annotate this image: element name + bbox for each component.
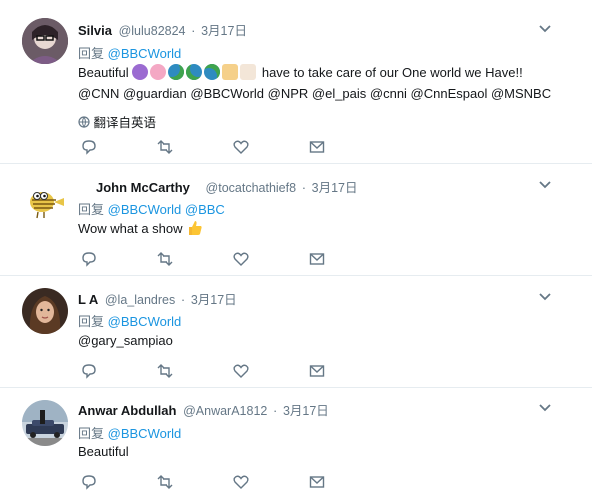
user-handle[interactable]: @la_landres: [105, 293, 175, 307]
tweet-mentions[interactable]: @CNN @guardian @BBCWorld @NPR @el_pais @…: [78, 83, 551, 105]
separator: ·: [272, 403, 278, 418]
tweet-la[interactable]: L A @la_landres · 3月17日 回复 @BBCWorld @ga…: [0, 276, 592, 388]
like-icon[interactable]: [232, 362, 250, 380]
like-icon[interactable]: [232, 473, 250, 491]
reply-prefix: 回复: [78, 426, 105, 441]
reply-icon[interactable]: [80, 473, 98, 491]
display-name[interactable]: Anwar Abdullah: [78, 403, 176, 418]
blossom-icon: [150, 64, 167, 80]
emoji-row: [132, 64, 262, 80]
avatar[interactable]: [22, 178, 68, 224]
avatar[interactable]: [22, 18, 68, 64]
folded-hands-icon: [222, 64, 239, 80]
replies-feed: Silvia @lulu82824 · 3月17日 回复 @BBCWorld B…: [0, 0, 592, 494]
reply-icon[interactable]: [80, 250, 98, 268]
tweet-text-end: have to take care of our One world we Ha…: [261, 65, 523, 80]
tweet-silvia[interactable]: Silvia @lulu82824 · 3月17日 回复 @BBCWorld B…: [0, 0, 592, 164]
globe-icon: [78, 116, 90, 128]
user-handle[interactable]: @AnwarA1812: [183, 404, 267, 418]
reply-context: 回复 @BBCWorld: [78, 423, 181, 442]
display-name[interactable]: Silvia: [78, 23, 112, 38]
message-icon[interactable]: [308, 250, 326, 268]
tweet-header: Silvia @lulu82824 · 3月17日: [78, 20, 247, 39]
like-icon[interactable]: [232, 250, 250, 268]
reply-prefix: 回复: [78, 202, 105, 217]
reply-context: 回复 @BBCWorld: [78, 311, 181, 330]
timestamp[interactable]: 3月17日: [191, 293, 237, 307]
retweet-icon[interactable]: [156, 138, 174, 156]
retweet-icon[interactable]: [156, 250, 174, 268]
tweet-header: L A @la_landres · 3月17日: [78, 289, 237, 308]
message-icon[interactable]: [308, 138, 326, 156]
tweet-text-start: Beautiful: [78, 65, 129, 80]
tweet-anwar-abdullah[interactable]: Anwar Abdullah @AnwarA1812 · 3月17日 回复 @B…: [0, 388, 592, 494]
avatar[interactable]: [22, 400, 68, 446]
separator: ·: [191, 23, 196, 38]
retweet-icon[interactable]: [156, 362, 174, 380]
tweet-header: Anwar Abdullah @AnwarA1812 · 3月17日: [78, 400, 329, 419]
like-icon[interactable]: [232, 138, 250, 156]
tweet-text: Beautiful have to take care of our One w…: [78, 62, 523, 84]
chevron-down-icon[interactable]: [538, 180, 552, 190]
user-handle[interactable]: @tocatchathief8: [206, 181, 297, 195]
tweet-header: John McCarthy @tocatchathief8 · 3月17日: [96, 177, 358, 196]
tweet-text: Beautiful: [78, 444, 129, 459]
tweet-text: Wow what a show: [78, 218, 204, 240]
retweet-icon[interactable]: [156, 473, 174, 491]
chevron-down-icon[interactable]: [538, 403, 552, 413]
reply-mention[interactable]: @BBCWorld: [108, 46, 182, 61]
globe-icon: [204, 64, 221, 80]
reply-icon[interactable]: [80, 138, 98, 156]
timestamp[interactable]: 3月17日: [312, 181, 358, 195]
tweet-john-mccarthy[interactable]: John McCarthy @tocatchathief8 · 3月17日 回复…: [0, 164, 592, 276]
reply-icon[interactable]: [80, 362, 98, 380]
separator: ·: [301, 180, 307, 195]
reply-mention[interactable]: @BBCWorld @BBC: [108, 202, 225, 217]
message-icon[interactable]: [308, 473, 326, 491]
thumbs-up-icon: [189, 221, 202, 235]
tweet-text-main: Wow what a show: [78, 221, 183, 236]
purple-heart-icon: [132, 64, 149, 80]
timestamp[interactable]: 3月17日: [283, 404, 329, 418]
chevron-down-icon[interactable]: [538, 24, 552, 34]
reply-mention[interactable]: @BBCWorld: [108, 426, 182, 441]
translate-link[interactable]: 翻译自英语: [78, 112, 156, 131]
timestamp[interactable]: 3月17日: [201, 24, 247, 38]
globe-icon: [186, 64, 203, 80]
translate-label: 翻译自英语: [93, 116, 156, 130]
reply-prefix: 回复: [78, 46, 105, 61]
reply-context: 回复 @BBCWorld @BBC: [78, 199, 225, 218]
reply-prefix: 回复: [78, 314, 105, 329]
globe-icon: [168, 64, 185, 80]
reply-mention[interactable]: @BBCWorld: [108, 314, 182, 329]
tweet-text[interactable]: @gary_sampiao: [78, 330, 173, 352]
user-handle[interactable]: @lulu82824: [119, 24, 186, 38]
separator: ·: [180, 292, 186, 307]
message-icon[interactable]: [308, 362, 326, 380]
reply-context: 回复 @BBCWorld: [78, 43, 181, 62]
display-name[interactable]: John McCarthy: [96, 180, 190, 195]
chevron-down-icon[interactable]: [538, 292, 552, 302]
victory-hand-icon: [240, 64, 257, 80]
avatar[interactable]: [22, 288, 68, 334]
display-name[interactable]: L A: [78, 292, 98, 307]
